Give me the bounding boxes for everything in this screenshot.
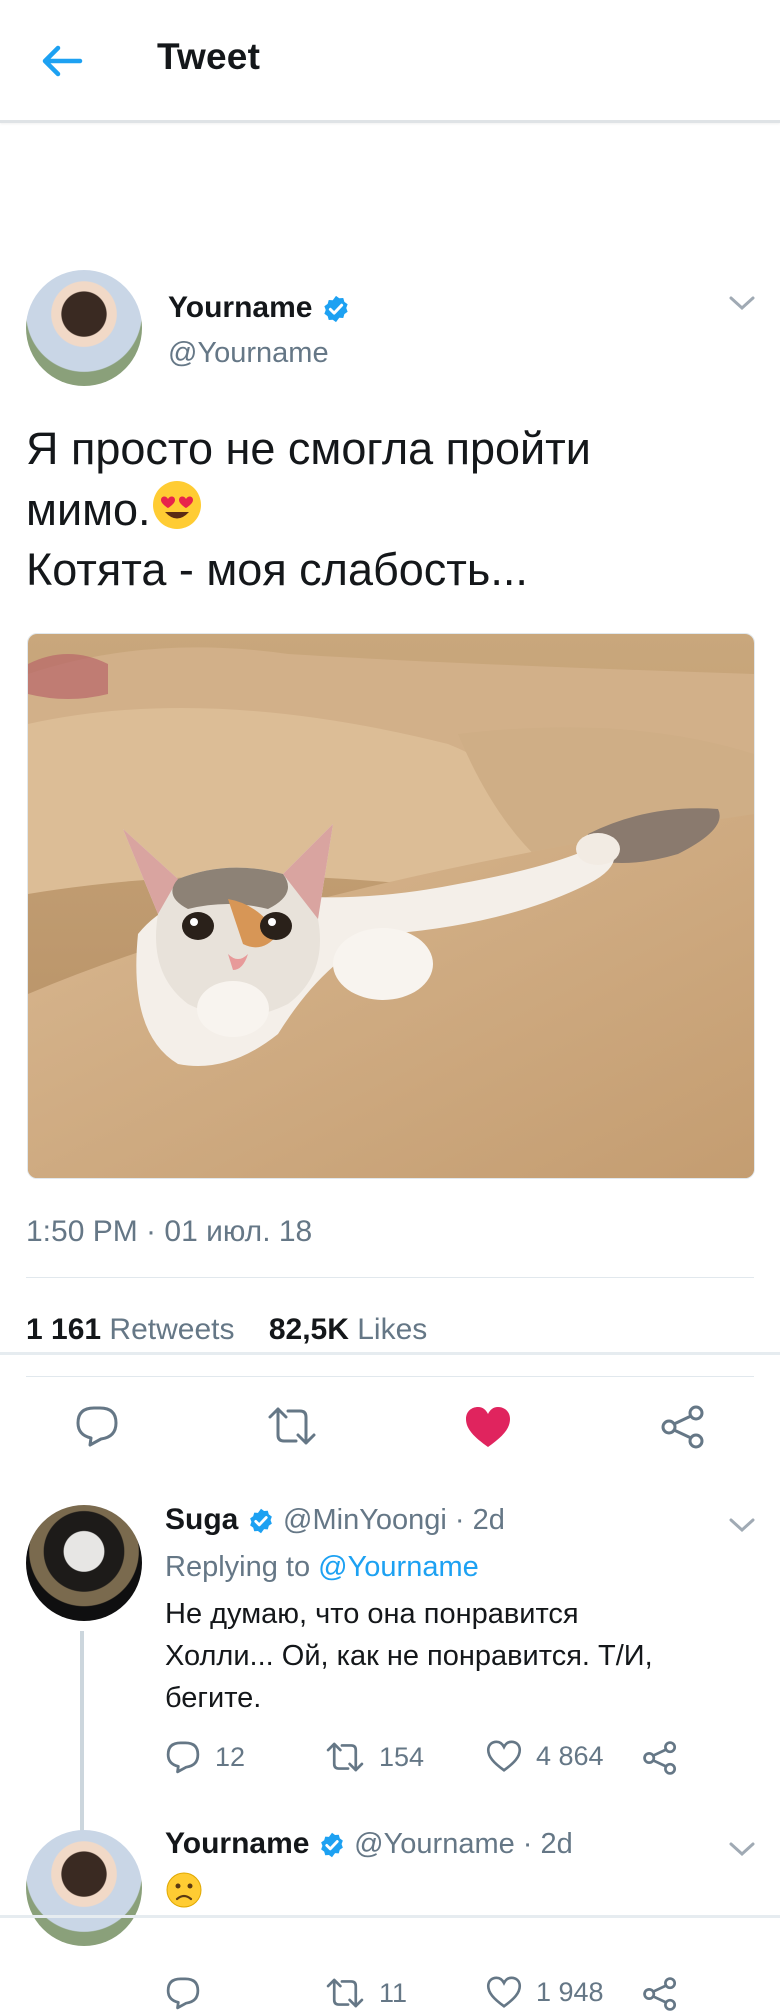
section-separator — [0, 1352, 780, 1355]
thread-line — [80, 1631, 84, 1831]
chevron-down-icon[interactable] — [728, 1839, 756, 1859]
back-arrow-icon[interactable] — [36, 36, 86, 86]
reply-author-name[interactable]: Suga — [165, 1503, 238, 1536]
reply-handle: @Yourname · 2d — [354, 1828, 573, 1860]
share-icon[interactable] — [642, 1741, 678, 1775]
divider — [26, 1277, 754, 1278]
avatar[interactable] — [26, 1505, 142, 1621]
like-button[interactable]: 4 864 — [486, 1739, 604, 1773]
tweet-timestamp: 1:50 PM · 01 июл. 18 — [26, 1215, 313, 1248]
reply-button[interactable]: 12 — [165, 1739, 245, 1775]
tweet-text: Я просто не смогла пройти мимо. Котята -… — [26, 423, 591, 595]
replying-to-link[interactable]: @Yourname — [318, 1551, 479, 1583]
tweet-stats: 1 161 Retweets 82,5K Likes — [26, 1313, 453, 1347]
reply-header: Suga @MinYoongi · 2d — [165, 1503, 505, 1537]
page-title: Tweet — [157, 36, 261, 77]
top-bar: Tweet — [0, 0, 780, 123]
avatar[interactable] — [26, 270, 142, 386]
retweet-count: 11 — [379, 1977, 408, 2008]
reply-author-name[interactable]: Yourname — [165, 1827, 309, 1860]
likes-count[interactable]: 82,5K — [269, 1313, 349, 1346]
retweets-label[interactable]: Retweets — [109, 1313, 234, 1346]
share-icon[interactable] — [660, 1405, 706, 1449]
retweet-icon — [326, 1742, 364, 1772]
retweet-button[interactable]: 154 — [325, 1739, 424, 1775]
author-handle: @Yourname — [168, 337, 329, 369]
retweet-icon — [326, 1978, 364, 2008]
like-count: 4 864 — [536, 1740, 604, 1771]
slightly-frowning-face-icon — [166, 1872, 202, 1908]
author-name[interactable]: Yourname — [168, 291, 351, 325]
retweet-icon[interactable] — [266, 1403, 318, 1449]
kitten-photo[interactable] — [27, 633, 755, 1179]
share-icon[interactable] — [642, 1977, 678, 2011]
retweet-button[interactable]: 11 — [325, 1975, 407, 2011]
likes-label[interactable]: Likes — [357, 1313, 427, 1346]
retweets-count[interactable]: 1 161 — [26, 1313, 101, 1346]
like-heart-filled-icon[interactable] — [464, 1405, 512, 1449]
reply-text: Не думаю, что она понравится Холли... Ой… — [165, 1598, 653, 1714]
retweet-count: 154 — [379, 1741, 425, 1772]
kitten-photo-illustration — [28, 634, 754, 1178]
divider — [26, 1376, 754, 1377]
chevron-down-icon[interactable] — [728, 293, 756, 313]
like-button[interactable]: 1 948 — [486, 1975, 604, 2009]
heart-eyes-emoji-icon — [152, 481, 201, 529]
heart-outline-icon — [486, 1740, 522, 1772]
reply-header: Yourname @Yourname · 2d — [165, 1827, 573, 1861]
avatar[interactable] — [26, 1830, 142, 1946]
section-separator — [0, 1915, 780, 1918]
heart-outline-icon — [486, 1976, 522, 2008]
reply-handle: @MinYoongi · 2d — [283, 1504, 505, 1536]
reply-count: 12 — [215, 1741, 246, 1772]
chevron-down-icon[interactable] — [728, 1515, 756, 1535]
like-count: 1 948 — [536, 1976, 604, 2007]
reply-icon — [166, 1741, 200, 1774]
reply-icon[interactable] — [74, 1403, 120, 1449]
verified-badge-icon — [249, 1508, 272, 1534]
reply-icon — [166, 1977, 200, 2010]
replying-to: Replying to @Yourname — [165, 1551, 479, 1583]
verified-badge-icon — [324, 295, 348, 323]
verified-badge-icon — [320, 1832, 343, 1858]
reply-button[interactable] — [165, 1975, 215, 2011]
